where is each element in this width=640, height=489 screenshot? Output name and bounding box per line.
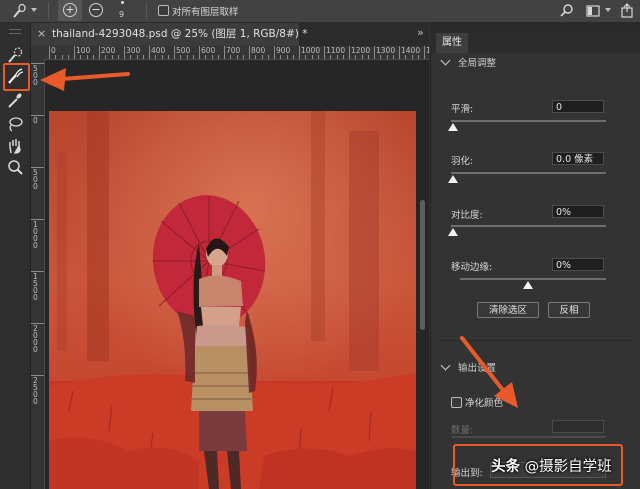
watermark-prefix: 头条 (491, 459, 520, 475)
annotation-arrows (40, 68, 518, 408)
watermark: 头条 @摄影自学班 (491, 455, 612, 476)
watermark-suffix: @摄影自学班 (520, 459, 612, 475)
arrow-to-output (460, 336, 518, 408)
arrow-to-tool (40, 68, 130, 91)
